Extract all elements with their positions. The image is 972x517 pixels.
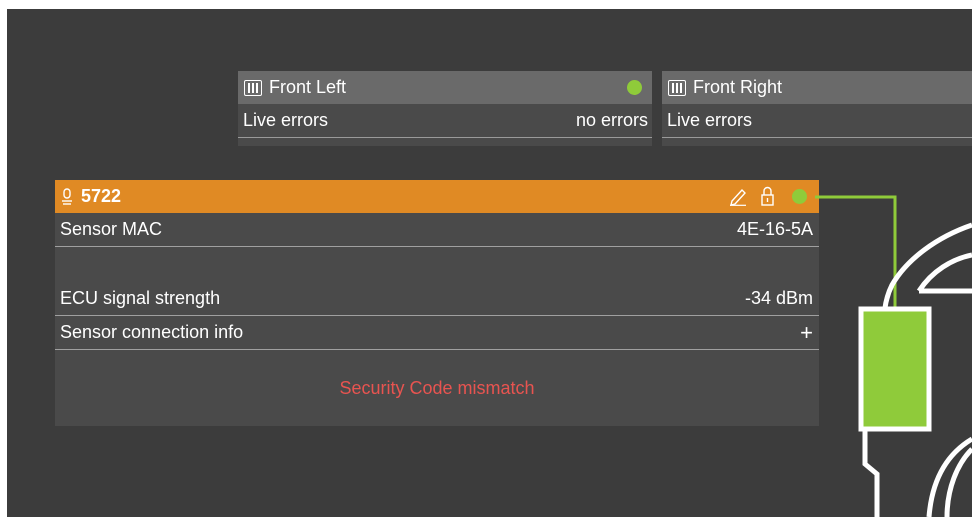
sensor-card[interactable]: 5722 Sensor MAC 4E-16-5A ECU signal stre… [55, 180, 819, 426]
error-message: Security Code mismatch [339, 378, 535, 398]
status-indicator [792, 189, 807, 204]
row-value: -34 dBm [744, 288, 813, 308]
wheel-highlight [858, 306, 932, 432]
row-label: Live errors [243, 110, 329, 130]
row-value: no errors [575, 110, 648, 130]
row-label: Sensor connection info [60, 322, 244, 342]
sensor-card-header[interactable]: 5722 [55, 180, 819, 213]
sensor-mac-row: Sensor MAC 4E-16-5A [55, 213, 819, 247]
row-spacer [55, 247, 819, 282]
row-label: Sensor MAC [60, 219, 163, 239]
status-indicator [627, 80, 642, 95]
wheel-card-header[interactable]: Front Right [662, 71, 972, 104]
wheel-card-front-right[interactable]: Front Right Live errors [662, 71, 972, 146]
signal-strength-row: ECU signal strength -34 dBm [55, 282, 819, 316]
live-errors-row: Live errors no errors [238, 104, 652, 138]
wheel-card-front-left[interactable]: Front Left Live errors no errors [238, 71, 652, 146]
edit-icon[interactable] [729, 187, 747, 206]
connection-info-row[interactable]: Sensor connection info + [55, 316, 819, 350]
row-value: 4E-16-5A [736, 219, 813, 239]
dashboard-canvas: Front Left Live errors no errors Front R… [7, 9, 972, 517]
car-outline [862, 222, 972, 517]
row-label: ECU signal strength [60, 288, 221, 308]
wheel-title: Front Left [269, 77, 347, 97]
expand-plus-icon[interactable]: + [800, 320, 813, 346]
tire-icon [668, 79, 686, 96]
connector-line [815, 195, 897, 309]
tire-icon [244, 79, 262, 96]
wheel-title: Front Right [693, 77, 783, 97]
live-errors-row: Live errors [662, 104, 972, 138]
lock-icon[interactable] [760, 186, 775, 206]
sensor-id: 5722 [81, 186, 122, 206]
row-label: Live errors [667, 110, 753, 130]
sensor-icon [61, 187, 73, 206]
wheel-card-header[interactable]: Front Left [238, 71, 652, 104]
